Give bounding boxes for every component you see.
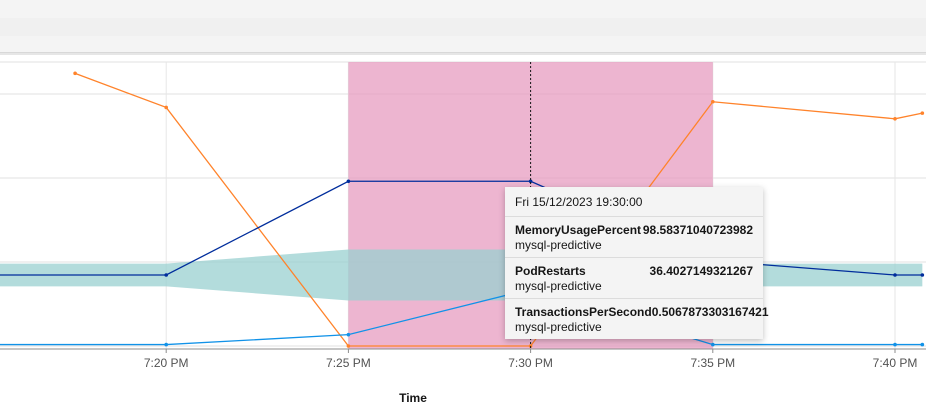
data-point-navy xyxy=(346,179,351,184)
tooltip-metric-name: TransactionsPerSecond xyxy=(515,305,652,319)
data-point-navy xyxy=(893,273,897,277)
x-tick-label: 7:35 PM xyxy=(690,356,735,370)
data-point-navy xyxy=(164,273,168,277)
tooltip-metric-value: 98.58371040723982 xyxy=(642,223,753,237)
data-point-orange xyxy=(893,117,897,121)
tooltip-group: mysql-predictive xyxy=(515,320,602,334)
data-point-orange xyxy=(346,344,351,348)
data-point-blue xyxy=(346,332,351,337)
tooltip-metric-value: 0.5067873303167421 xyxy=(651,305,769,319)
tooltip-row: MemoryUsagePercent 98.58371040723982 mys… xyxy=(505,216,763,257)
x-tick-label: 7:25 PM xyxy=(326,356,371,370)
tooltip-metric-name: MemoryUsagePercent xyxy=(515,223,642,237)
data-point-orange xyxy=(920,111,925,115)
x-tick-label: 7:20 PM xyxy=(144,356,189,370)
data-point-navy xyxy=(920,273,925,277)
x-axis-title: Time xyxy=(399,391,427,405)
tooltip-row: PodRestarts 36.4027149321267 mysql-predi… xyxy=(505,257,763,298)
tooltip-group: mysql-predictive xyxy=(515,238,602,252)
tooltip-group: mysql-predictive xyxy=(515,279,602,293)
data-point-orange xyxy=(711,99,715,104)
data-point-orange xyxy=(73,71,77,76)
tooltip-row: TransactionsPerSecond 0.5067873303167421… xyxy=(505,298,769,339)
time-series-chart: 7:20 PM 7:25 PM 7:30 PM 7:35 PM 7:40 PM Time xyxy=(0,61,926,405)
data-point-blue xyxy=(920,342,925,347)
tooltip-date: Fri 15/12/2023 19:30:00 xyxy=(515,195,643,209)
data-point-orange xyxy=(164,105,168,110)
data-point-blue xyxy=(711,342,715,347)
data-point-blue xyxy=(164,342,168,347)
tooltip-metric-name: PodRestarts xyxy=(515,264,586,278)
x-tick-label: 7:40 PM xyxy=(873,356,918,370)
tooltip-metric-value: 36.4027149321267 xyxy=(649,264,753,278)
chart-tooltip: Fri 15/12/2023 19:30:00 MemoryUsagePerce… xyxy=(505,187,769,339)
x-tick-label: 7:30 PM xyxy=(508,356,553,370)
data-point-blue xyxy=(893,342,897,347)
